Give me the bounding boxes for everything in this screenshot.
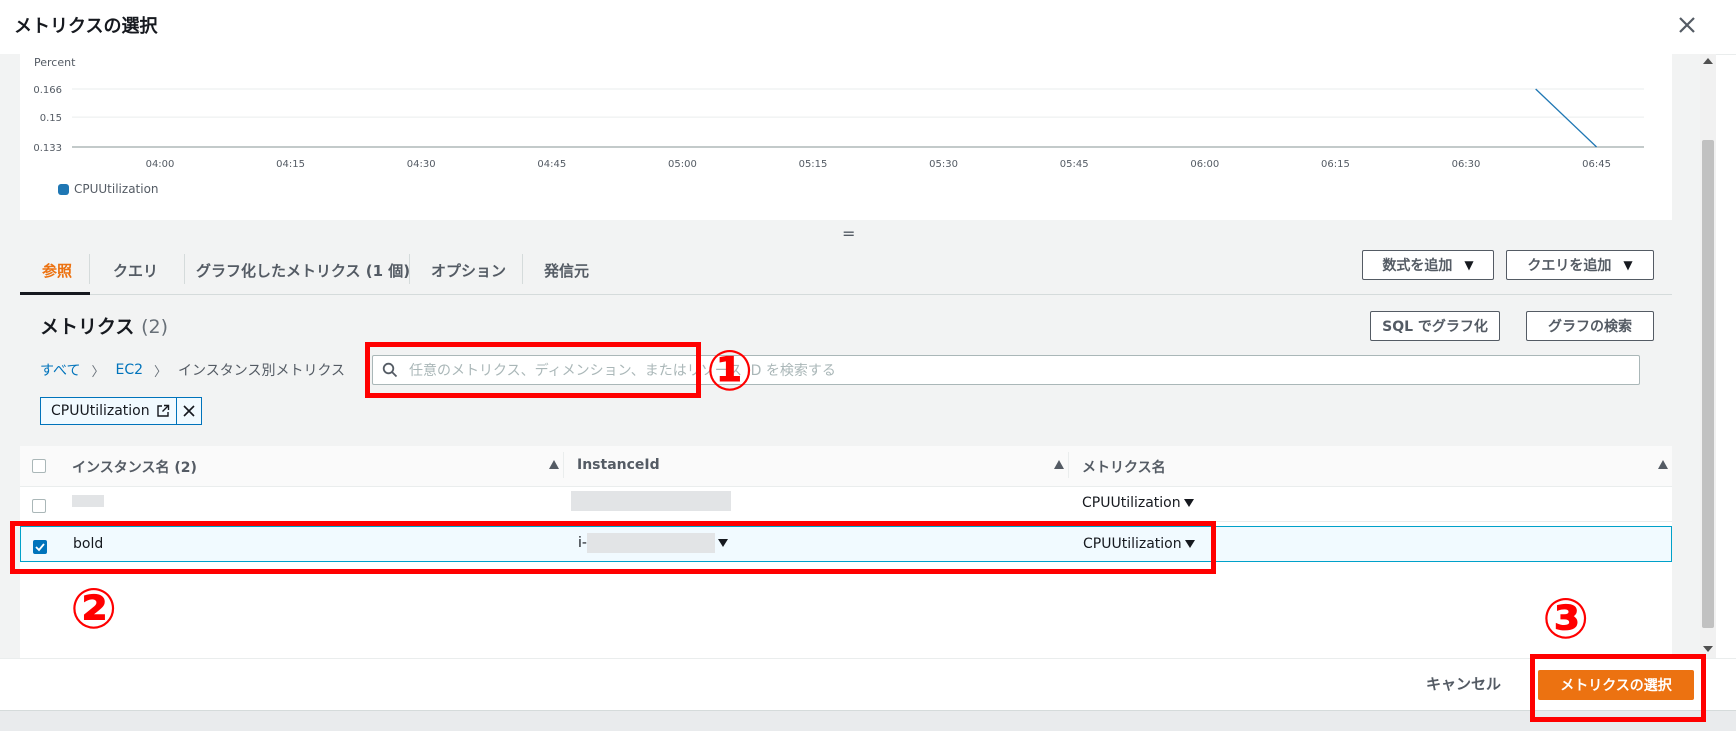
- breadcrumb-ec2[interactable]: EC2: [115, 362, 143, 378]
- annotation-box-select-button: [1530, 654, 1706, 722]
- column-header-instance-name[interactable]: インスタンス名 (2): [72, 457, 197, 477]
- table-header: インスタンス名 (2) InstanceId メトリクス名: [20, 446, 1672, 487]
- breadcrumb-all[interactable]: すべて: [40, 360, 80, 380]
- annotation-number-3: ③: [1542, 587, 1590, 652]
- chart-legend[interactable]: CPUUtilization: [58, 182, 159, 196]
- cpu-chart: Percent 0.166 0.15 0.133 04:00 04:15 04:30 04:4…: [33, 56, 1644, 170]
- scroll-thumb[interactable]: [1702, 140, 1714, 628]
- column-divider: [1068, 452, 1069, 478]
- y-tick-label: 0.15: [40, 113, 62, 124]
- tab-options[interactable]: オプション: [431, 260, 506, 281]
- x-tick-label: 06:15: [1321, 159, 1350, 170]
- add-query-label: クエリを追加: [1527, 258, 1612, 274]
- x-tick-label: 05:45: [1060, 159, 1089, 170]
- filter-token-label[interactable]: CPUUtilization: [41, 398, 176, 424]
- legend-swatch: [58, 183, 69, 195]
- y-tick-label: 0.166: [33, 85, 62, 96]
- redacted-block: [72, 495, 104, 507]
- select-all-checkbox[interactable]: [32, 459, 46, 473]
- resize-handle[interactable]: =: [842, 224, 855, 243]
- sort-asc-icon[interactable]: [549, 460, 559, 469]
- tab-query[interactable]: クエリ: [113, 260, 158, 281]
- chevron-right-icon: 〉: [91, 364, 105, 380]
- breadcrumb-current: インスタンス別メトリクス: [178, 363, 346, 379]
- annotation-box-row: [10, 521, 1216, 574]
- column-header-metric-name[interactable]: メトリクス名: [1082, 457, 1166, 477]
- metrics-heading-text: メトリクス: [40, 316, 135, 338]
- instance-id-cell: [571, 491, 731, 511]
- page-background-strip: [0, 710, 1736, 731]
- x-tick-label: 05:15: [799, 159, 828, 170]
- instance-name-cell: [72, 495, 104, 507]
- annotation-box-search: [365, 342, 701, 398]
- row-checkbox[interactable]: [32, 499, 46, 513]
- modal-title: メトリクスの選択: [14, 16, 158, 37]
- x-tick-label: 06:45: [1582, 159, 1611, 170]
- external-link-icon[interactable]: [156, 404, 170, 418]
- modal-footer: キャンセル メトリクスの選択: [0, 658, 1736, 711]
- breadcrumb: すべて 〉 EC2 〉 インスタンス別メトリクス: [40, 360, 345, 380]
- tab-source[interactable]: 発信元: [544, 260, 589, 281]
- caret-down-icon: ▼: [1464, 258, 1474, 272]
- tab-graphed-metrics[interactable]: グラフ化したメトリクス (1 個): [196, 260, 410, 281]
- filter-token: CPUUtilization: [40, 397, 202, 425]
- y-axis-label: Percent: [34, 56, 76, 69]
- sql-graph-button[interactable]: SQL でグラフ化: [1370, 311, 1500, 341]
- metrics-count: (2): [141, 316, 168, 338]
- table-row[interactable]: CPUUtilization: [20, 486, 1672, 522]
- x-tick-label: 06:00: [1190, 159, 1219, 170]
- close-icon: [183, 405, 195, 417]
- scroll-up-arrow-icon[interactable]: [1703, 58, 1713, 64]
- x-tick-label: 04:00: [146, 159, 175, 170]
- close-icon: [1679, 17, 1695, 33]
- x-tick-label: 05:00: [668, 159, 697, 170]
- add-math-label: 数式を追加: [1382, 258, 1453, 274]
- chevron-right-icon: 〉: [154, 364, 168, 380]
- column-header-instance-id[interactable]: InstanceId: [577, 457, 660, 473]
- tab-divider: [184, 254, 185, 284]
- remove-filter-button[interactable]: [175, 398, 201, 424]
- add-math-button[interactable]: 数式を追加 ▼: [1362, 250, 1494, 280]
- filter-token-text: CPUUtilization: [51, 403, 150, 419]
- close-button[interactable]: [1672, 10, 1702, 40]
- redacted-block: [571, 491, 731, 511]
- y-tick-label: 0.133: [33, 143, 62, 154]
- dropdown-triangle-icon[interactable]: [1183, 499, 1194, 507]
- column-divider: [563, 452, 564, 478]
- x-tick-label: 04:30: [407, 159, 436, 170]
- tab-divider: [89, 254, 90, 284]
- sort-asc-icon[interactable]: [1054, 460, 1064, 469]
- cancel-button[interactable]: キャンセル: [1426, 673, 1501, 694]
- series-line-cpuutilization: [1535, 88, 1598, 148]
- vertical-scrollbar[interactable]: [1700, 54, 1716, 658]
- graph-search-button[interactable]: グラフの検索: [1526, 311, 1654, 341]
- metrics-heading: メトリクス (2): [40, 312, 168, 339]
- tab-divider: [522, 254, 523, 284]
- sort-asc-icon[interactable]: [1658, 460, 1668, 469]
- legend-label: CPUUtilization: [74, 182, 159, 196]
- tab-divider: [409, 254, 410, 284]
- annotation-number-1: ①: [706, 339, 754, 404]
- x-tick-label: 04:45: [537, 159, 566, 170]
- tab-browse[interactable]: 参照: [42, 260, 72, 281]
- graph-panel: Percent 0.166 0.15 0.133 04:00 04:15 04:30 04:4…: [20, 54, 1672, 220]
- metric-name-text: CPUUtilization: [1082, 495, 1181, 511]
- add-query-button[interactable]: クエリを追加 ▼: [1506, 250, 1654, 280]
- annotation-number-2: ②: [70, 577, 118, 642]
- x-tick-label: 05:30: [929, 159, 958, 170]
- x-tick-label: 06:30: [1452, 159, 1481, 170]
- x-tick-label: 04:15: [276, 159, 305, 170]
- modal-header: メトリクスの選択: [0, 0, 1736, 55]
- metric-name-cell[interactable]: CPUUtilization: [1082, 495, 1194, 511]
- scroll-down-arrow-icon[interactable]: [1703, 646, 1713, 652]
- caret-down-icon: ▼: [1623, 258, 1633, 272]
- metrics-select-modal: メトリクスの選択 Percent 0.166 0.15 0.133 04:00 04:15…: [0, 0, 1736, 711]
- active-tab-indicator: [20, 292, 90, 295]
